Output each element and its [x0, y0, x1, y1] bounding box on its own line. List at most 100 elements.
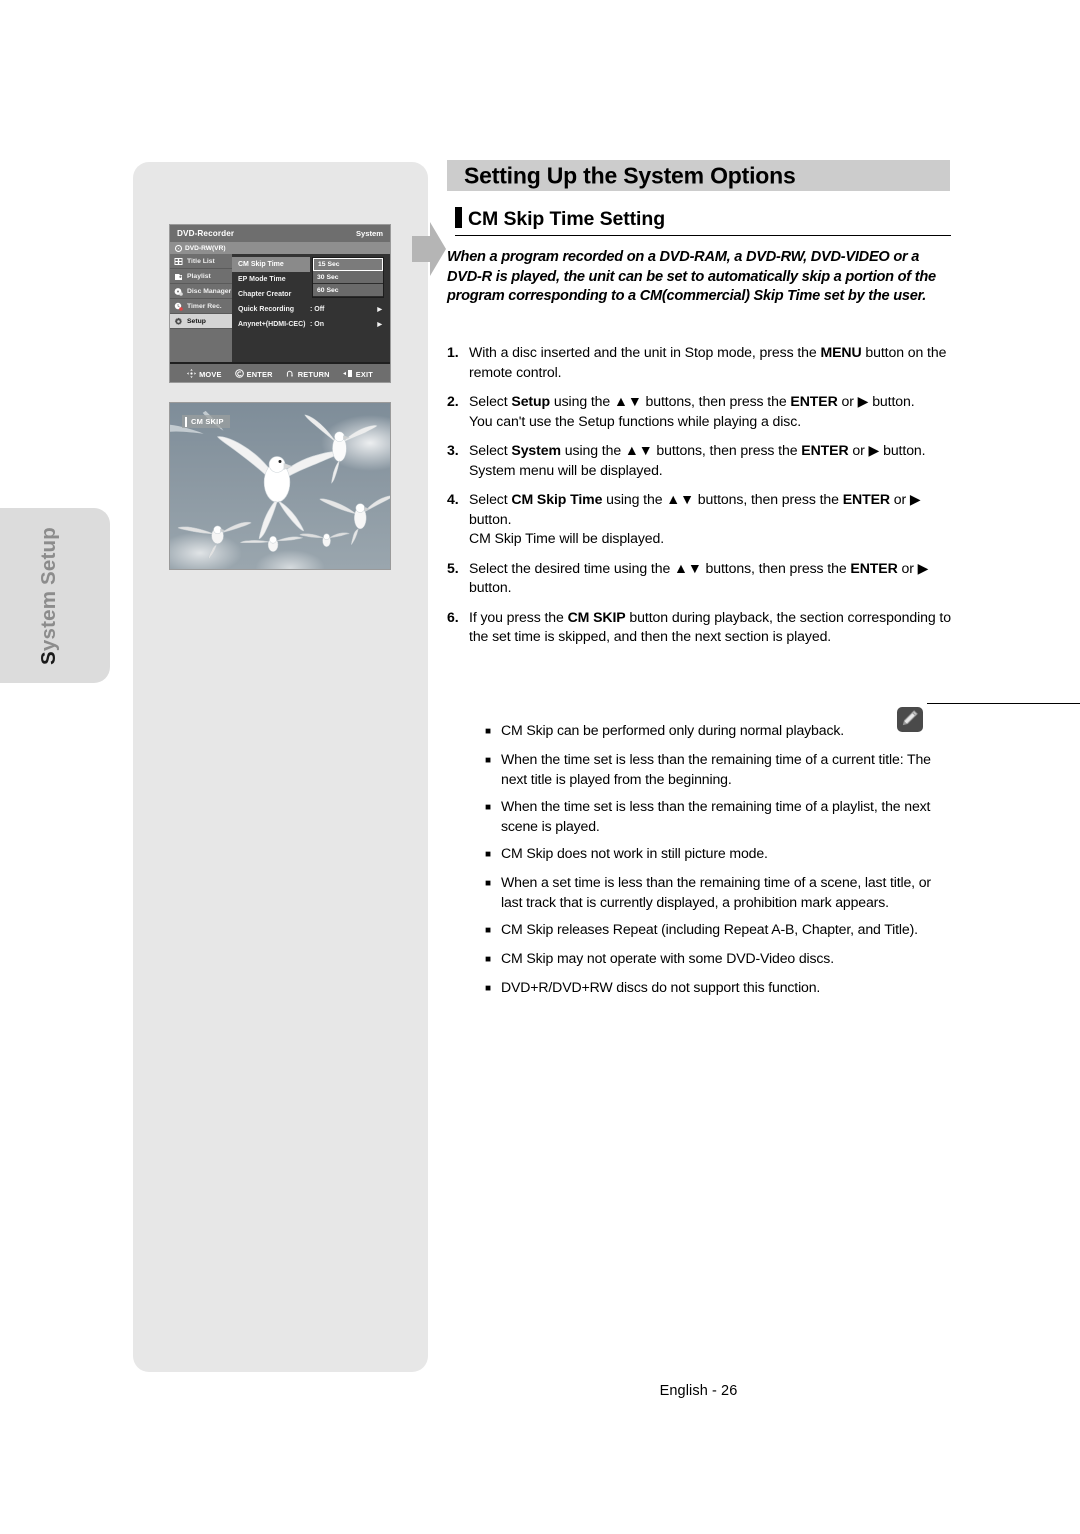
osd-dropdown-option-60sec[interactable]: 60 Sec: [313, 284, 383, 297]
osd-option-label: Quick Recording: [238, 306, 295, 313]
step-emphasis: ENTER: [850, 559, 898, 576]
step-emphasis: ENTER: [801, 442, 849, 458]
step-number: 2.: [447, 393, 459, 409]
osd-sidebar-item-label: Timer Rec.: [187, 302, 222, 310]
step-text: Select Setup using the ▲▼ buttons, then …: [469, 392, 952, 431]
dpad-icon: [187, 368, 197, 380]
osd-sidebar-filler: [170, 329, 232, 362]
section-tab-label-rest: ystem Setup: [37, 526, 60, 651]
disc-icon: [175, 244, 182, 252]
step-emphasis: System: [511, 442, 561, 458]
page-title-bar: Setting Up the System Options: [447, 160, 950, 191]
osd-body: Title List Playlist Disc Manager Timer R…: [170, 254, 390, 362]
disc-manager-icon: [174, 287, 183, 296]
step-subtext: System menu will be displayed.: [469, 461, 663, 478]
step-subtext: CM Skip Time will be displayed.: [469, 530, 665, 546]
osd-option-cm-skip-time[interactable]: CM Skip Time: [232, 257, 310, 272]
procedure-step: 5. Select the desired time using the ▲▼ b…: [447, 559, 952, 598]
osd-footer-label: MOVE: [199, 369, 222, 379]
note-item: ■ CM Skip may not operate with some DVD-V…: [485, 949, 951, 970]
film-icon: [174, 257, 183, 266]
osd-footer-label: ENTER: [246, 369, 273, 379]
step-fragment: using the ▲▼ buttons, then press the: [602, 491, 843, 507]
step-emphasis: MENU: [820, 344, 862, 360]
osd-sidebar-item-label: Setup: [187, 317, 206, 325]
step-emphasis: ENTER: [790, 393, 838, 409]
osd-sidebar-item-label: Title List: [187, 257, 215, 265]
osd-sidebar-item-disc-manager[interactable]: Disc Manager: [170, 284, 232, 299]
procedure-step: 2. Select Setup using the ▲▼ buttons, the…: [447, 392, 952, 431]
osd-footer-bar: MOVE ENTER RETURN EXIT: [170, 362, 390, 382]
osd-option-label: CM Skip Time: [238, 261, 284, 268]
note-text: DVD+R/DVD+RW discs do not support this f…: [501, 979, 821, 995]
osd-sidebar-item-setup[interactable]: Setup: [170, 314, 232, 329]
osd-option-anynet[interactable]: Anynet+(HDMI-CEC) : On ▶: [232, 317, 390, 332]
note-text: When a set time is less than the remaini…: [501, 874, 931, 910]
note-item: ■ When a set time is less than the remain…: [485, 873, 951, 912]
section-heading-text: CM Skip Time Setting: [468, 208, 665, 230]
step-emphasis: CM SKIP: [567, 608, 626, 625]
osd-sidebar-item-timer-rec[interactable]: Timer Rec.: [170, 299, 232, 314]
osd-footer-move[interactable]: MOVE: [187, 368, 222, 380]
osd-sidebar-item-title-list[interactable]: Title List: [170, 254, 232, 269]
osd-footer-enter[interactable]: ENTER: [234, 368, 273, 380]
step-fragment: With a disc inserted and the unit in Sto…: [469, 344, 821, 360]
step-fragment: using the ▲▼ buttons, then press the: [550, 393, 791, 409]
page-footer: English - 26: [659, 1383, 738, 1399]
osd-menu-screenshot: DVD-Recorder System DVD-RW(VR) Title Lis…: [169, 224, 391, 383]
step-fragment: or ▶ button.: [837, 393, 915, 409]
note-divider: [927, 703, 1080, 705]
osd-disc-row: DVD-RW(VR): [170, 242, 390, 254]
tv-osd-label-text: CM SKIP: [191, 417, 224, 426]
note-bullet-icon: ■: [485, 849, 491, 860]
osd-cm-skip-time-dropdown[interactable]: 15 Sec 30 Sec 60 Sec: [312, 257, 384, 298]
step-text: Select the desired time using the ▲▼ but…: [469, 559, 952, 598]
step-fragment: using the ▲▼ buttons, then press the: [560, 442, 802, 458]
osd-sidebar-item-label: Disc Manager: [187, 287, 232, 295]
osd-option-quick-recording[interactable]: Quick Recording : Off ▶: [232, 302, 390, 317]
step-text: Select System using the ▲▼ buttons, then…: [469, 441, 952, 480]
step-text: If you press the CM SKIP button during p…: [469, 608, 952, 647]
note-bullet-icon: ■: [485, 954, 491, 965]
step-fragment: or ▶ button.: [848, 442, 926, 458]
note-text: CM Skip can be performed only during nor…: [501, 722, 844, 738]
step-fragment: If you press the: [469, 608, 568, 625]
note-text: CM Skip does not work in still picture m…: [501, 845, 768, 861]
osd-dropdown-option-15sec[interactable]: 15 Sec: [313, 258, 383, 271]
exit-icon: [342, 369, 353, 380]
step-emphasis: Setup: [511, 393, 551, 409]
osd-footer-exit[interactable]: EXIT: [342, 369, 373, 380]
osd-sidebar-item-playlist[interactable]: Playlist: [170, 269, 232, 284]
chevron-right-icon: ▶: [377, 307, 382, 313]
osd-option-value: : Off: [310, 306, 325, 313]
osd-option-label: EP Mode Time: [238, 276, 286, 283]
osd-option-value: : On: [310, 321, 324, 328]
procedure-step: 6. If you press the CM SKIP button during…: [447, 608, 952, 647]
osd-sidebar-item-label: Playlist: [187, 272, 211, 280]
procedure-step: 4. Select CM Skip Time using the ▲▼ butto…: [447, 490, 952, 549]
note-bullet-icon: ■: [485, 755, 491, 766]
note-bullet-icon: ■: [485, 925, 491, 936]
osd-footer-return[interactable]: RETURN: [286, 369, 330, 380]
osd-title-right: System: [355, 229, 383, 238]
note-item: ■ DVD+R/DVD+RW discs do not support this …: [485, 978, 951, 999]
osd-dropdown-option-30sec[interactable]: 30 Sec: [313, 271, 383, 284]
procedure-step: 3. Select System using the ▲▼ buttons, th…: [447, 441, 952, 480]
step-emphasis: CM Skip Time: [511, 491, 603, 507]
note-text: CM Skip may not operate with some DVD-Vi…: [501, 950, 834, 966]
note-bullet-icon: ■: [485, 726, 491, 737]
step-text: Select CM Skip Time using the ▲▼ buttons…: [469, 490, 952, 549]
page-title: Setting Up the System Options: [464, 162, 796, 188]
section-heading: CM Skip Time Setting: [455, 207, 951, 236]
osd-disc-label: DVD-RW(VR): [185, 244, 226, 252]
step-fragment: Select: [469, 491, 512, 507]
step-number: 6.: [447, 608, 459, 625]
step-subtext: You can't use the Setup functions while …: [469, 412, 802, 429]
note-list: ■ CM Skip can be performed only during no…: [485, 721, 951, 1007]
step-number: 4.: [447, 491, 459, 507]
note-item: ■ When the time set is less than the rema…: [485, 750, 951, 789]
step-text: With a disc inserted and the unit in Sto…: [469, 343, 952, 382]
tv-osd-label: CM SKIP: [182, 415, 230, 428]
gear-icon: [174, 317, 183, 326]
procedure-steps: 1. With a disc inserted and the unit in S…: [447, 343, 952, 657]
